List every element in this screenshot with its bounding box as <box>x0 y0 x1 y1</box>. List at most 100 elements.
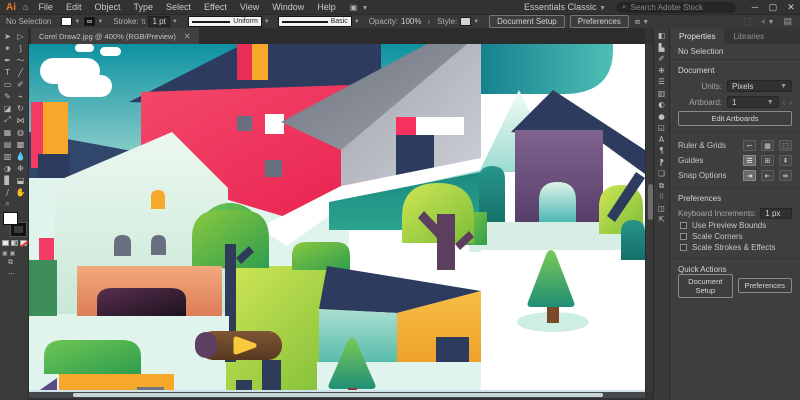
home-icon[interactable]: ⌂ <box>23 2 28 12</box>
column-graph-tool[interactable]: ▊ <box>1 174 14 186</box>
menu-item-window[interactable]: Window <box>272 2 304 12</box>
layers-panel-icon[interactable]: ❏ <box>658 170 665 177</box>
artwork-canvas[interactable] <box>29 44 645 392</box>
arrange-documents-icon[interactable]: ▣ ▼ <box>350 3 370 12</box>
horizontal-scrollbar[interactable] <box>29 392 645 398</box>
tab-properties[interactable]: Properties <box>670 28 724 44</box>
edit-artboards-button[interactable]: Edit Artboards <box>678 111 792 126</box>
snap-icon-3[interactable]: ⇹ <box>779 170 792 181</box>
brush-definition-select[interactable]: Basic <box>278 16 352 27</box>
opacity-value[interactable]: 100% <box>401 17 421 26</box>
document-tab[interactable]: Corel Draw2.jpg @ 400% (RGB/Preview) ✕ <box>31 28 199 44</box>
pen-tool[interactable]: ✒ <box>1 54 14 66</box>
blend-tool[interactable]: ◑ <box>1 162 14 174</box>
rectangle-tool[interactable]: ▭ <box>1 78 14 90</box>
appearance-panel-icon[interactable]: ● <box>658 113 665 120</box>
draw-normal-icon[interactable]: ▣ <box>2 250 8 257</box>
none-fill-button[interactable] <box>20 240 27 246</box>
fill-stroke-control[interactable] <box>3 212 26 236</box>
units-select[interactable]: Pixels▼ <box>727 80 792 92</box>
artboard-select[interactable]: 1▼ <box>727 96 779 108</box>
close-button[interactable]: ✕ <box>782 2 800 13</box>
opentype-panel-icon[interactable]: ⁋ <box>659 159 664 166</box>
checkbox-use-preview-bounds[interactable] <box>680 222 687 229</box>
asset-export-panel-icon[interactable]: ⇱ <box>658 216 664 223</box>
checkbox-scale-corners[interactable] <box>680 233 687 240</box>
menu-item-file[interactable]: File <box>38 2 53 12</box>
artboard-next-icon[interactable]: › <box>789 98 792 107</box>
line-tool[interactable]: ╱ <box>14 66 27 78</box>
transparency-panel-icon[interactable]: ◐ <box>658 101 665 108</box>
artboard-tool[interactable]: ⬓ <box>14 174 27 186</box>
lasso-tool[interactable]: ⟆ <box>14 42 27 54</box>
guides-icon-1[interactable]: ☰ <box>743 155 756 166</box>
artboard-prev-icon[interactable]: ‹ <box>783 98 786 107</box>
gradient-fill-button[interactable] <box>11 240 18 246</box>
keyboard-increments-field[interactable]: 1 px <box>760 208 792 219</box>
color-fill-button[interactable] <box>2 240 9 246</box>
align-panel-icon[interactable]: ⁝⁝ <box>659 193 664 200</box>
menu-item-object[interactable]: Object <box>94 2 120 12</box>
guides-icon-2[interactable]: ⊞ <box>761 155 774 166</box>
mesh-tool[interactable]: ▩ <box>14 138 27 150</box>
screen-mode-icon[interactable]: ⧉ <box>8 259 13 267</box>
slice-tool[interactable]: ∕ <box>1 186 14 198</box>
eyedropper-tool[interactable]: 💧 <box>14 150 27 162</box>
isolate-icon[interactable]: ⧈ ▼ <box>635 17 649 27</box>
selection-tool[interactable]: ➤ <box>1 30 14 42</box>
width-tool[interactable]: ⋈ <box>14 114 27 126</box>
menu-item-select[interactable]: Select <box>166 2 191 12</box>
preferences-button[interactable]: Preferences <box>570 15 629 28</box>
workspace-switcher[interactable]: Essentials Classic ▼ <box>524 2 606 12</box>
variable-width-select[interactable]: Uniform <box>188 16 262 27</box>
artboards-panel-icon[interactable]: ⧉ <box>659 182 664 189</box>
menu-item-effect[interactable]: Effect <box>204 2 227 12</box>
pencil-tool[interactable]: ✎ <box>1 90 14 102</box>
paintbrush-tool[interactable]: ✐ <box>14 78 27 90</box>
vertical-scrollbar[interactable] <box>645 44 653 392</box>
ruler-grids-icon-1[interactable]: ⌐ <box>743 140 756 151</box>
free-transform-tool[interactable]: ▦ <box>1 126 14 138</box>
symbols-panel-icon[interactable]: ❉ <box>658 67 664 74</box>
swatches-panel-icon[interactable]: ▙ <box>659 44 665 51</box>
blank[interactable] <box>14 198 27 210</box>
curvature-tool[interactable]: 〜 <box>14 54 27 66</box>
color-panel-icon[interactable]: ◧ <box>658 32 665 39</box>
magic-wand-tool[interactable]: ✶ <box>1 42 14 54</box>
vertical-scrollbar-thumb[interactable] <box>648 184 653 220</box>
eraser-tool[interactable]: ◪ <box>1 102 14 114</box>
gradient-tool[interactable]: ▥ <box>1 150 14 162</box>
graphic-styles-panel-icon[interactable]: ◱ <box>658 124 665 131</box>
stroke-stepper[interactable]: ⇅ <box>141 18 147 26</box>
gradient-panel-icon[interactable]: ▥ <box>658 90 665 97</box>
rotate-tool[interactable]: ↻ <box>14 102 27 114</box>
ruler-grids-icon-3[interactable]: ⬚ <box>779 140 792 151</box>
checkbox-scale-strokes-effects[interactable] <box>680 244 687 251</box>
fill-color-swatch[interactable] <box>61 17 72 26</box>
menu-item-type[interactable]: Type <box>133 2 153 12</box>
perspective-grid-tool[interactable]: ▤ <box>1 138 14 150</box>
maximize-button[interactable]: ▢ <box>764 2 782 13</box>
brushes-panel-icon[interactable]: ✐ <box>658 55 664 62</box>
horizontal-scrollbar-thumb[interactable] <box>73 393 603 397</box>
pathfinder-panel-icon[interactable]: ◫ <box>658 205 665 212</box>
ruler-grids-icon-2[interactable]: ▦ <box>761 140 774 151</box>
stroke-color-swatch[interactable] <box>84 17 95 26</box>
character-panel-icon[interactable]: A <box>659 136 664 143</box>
shape-builder-tool[interactable]: ◍ <box>14 126 27 138</box>
fill-proxy-swatch[interactable] <box>3 212 18 225</box>
style-swatch[interactable] <box>460 17 471 26</box>
document-setup-button[interactable]: Document Setup <box>489 15 565 28</box>
workspace-layout-icon[interactable]: ▤ <box>783 16 792 27</box>
hand-tool[interactable]: ✋ <box>14 186 27 198</box>
guides-icon-3[interactable]: ⇞ <box>779 155 792 166</box>
quick-action-preferences[interactable]: Preferences <box>738 278 793 293</box>
snap-icon-1[interactable]: ⇥ <box>743 170 756 181</box>
edit-toolbar-icon[interactable]: ⋯ <box>8 270 16 278</box>
type-tool[interactable]: T <box>1 66 14 78</box>
tab-libraries[interactable]: Libraries <box>724 28 773 44</box>
symbol-sprayer-tool[interactable]: ❉ <box>14 162 27 174</box>
snap-icon-2[interactable]: ⇤ <box>761 170 774 181</box>
stroke-panel-icon[interactable]: ☰ <box>658 78 665 85</box>
selection-bounds-icon[interactable]: ⬚ <box>743 16 752 27</box>
